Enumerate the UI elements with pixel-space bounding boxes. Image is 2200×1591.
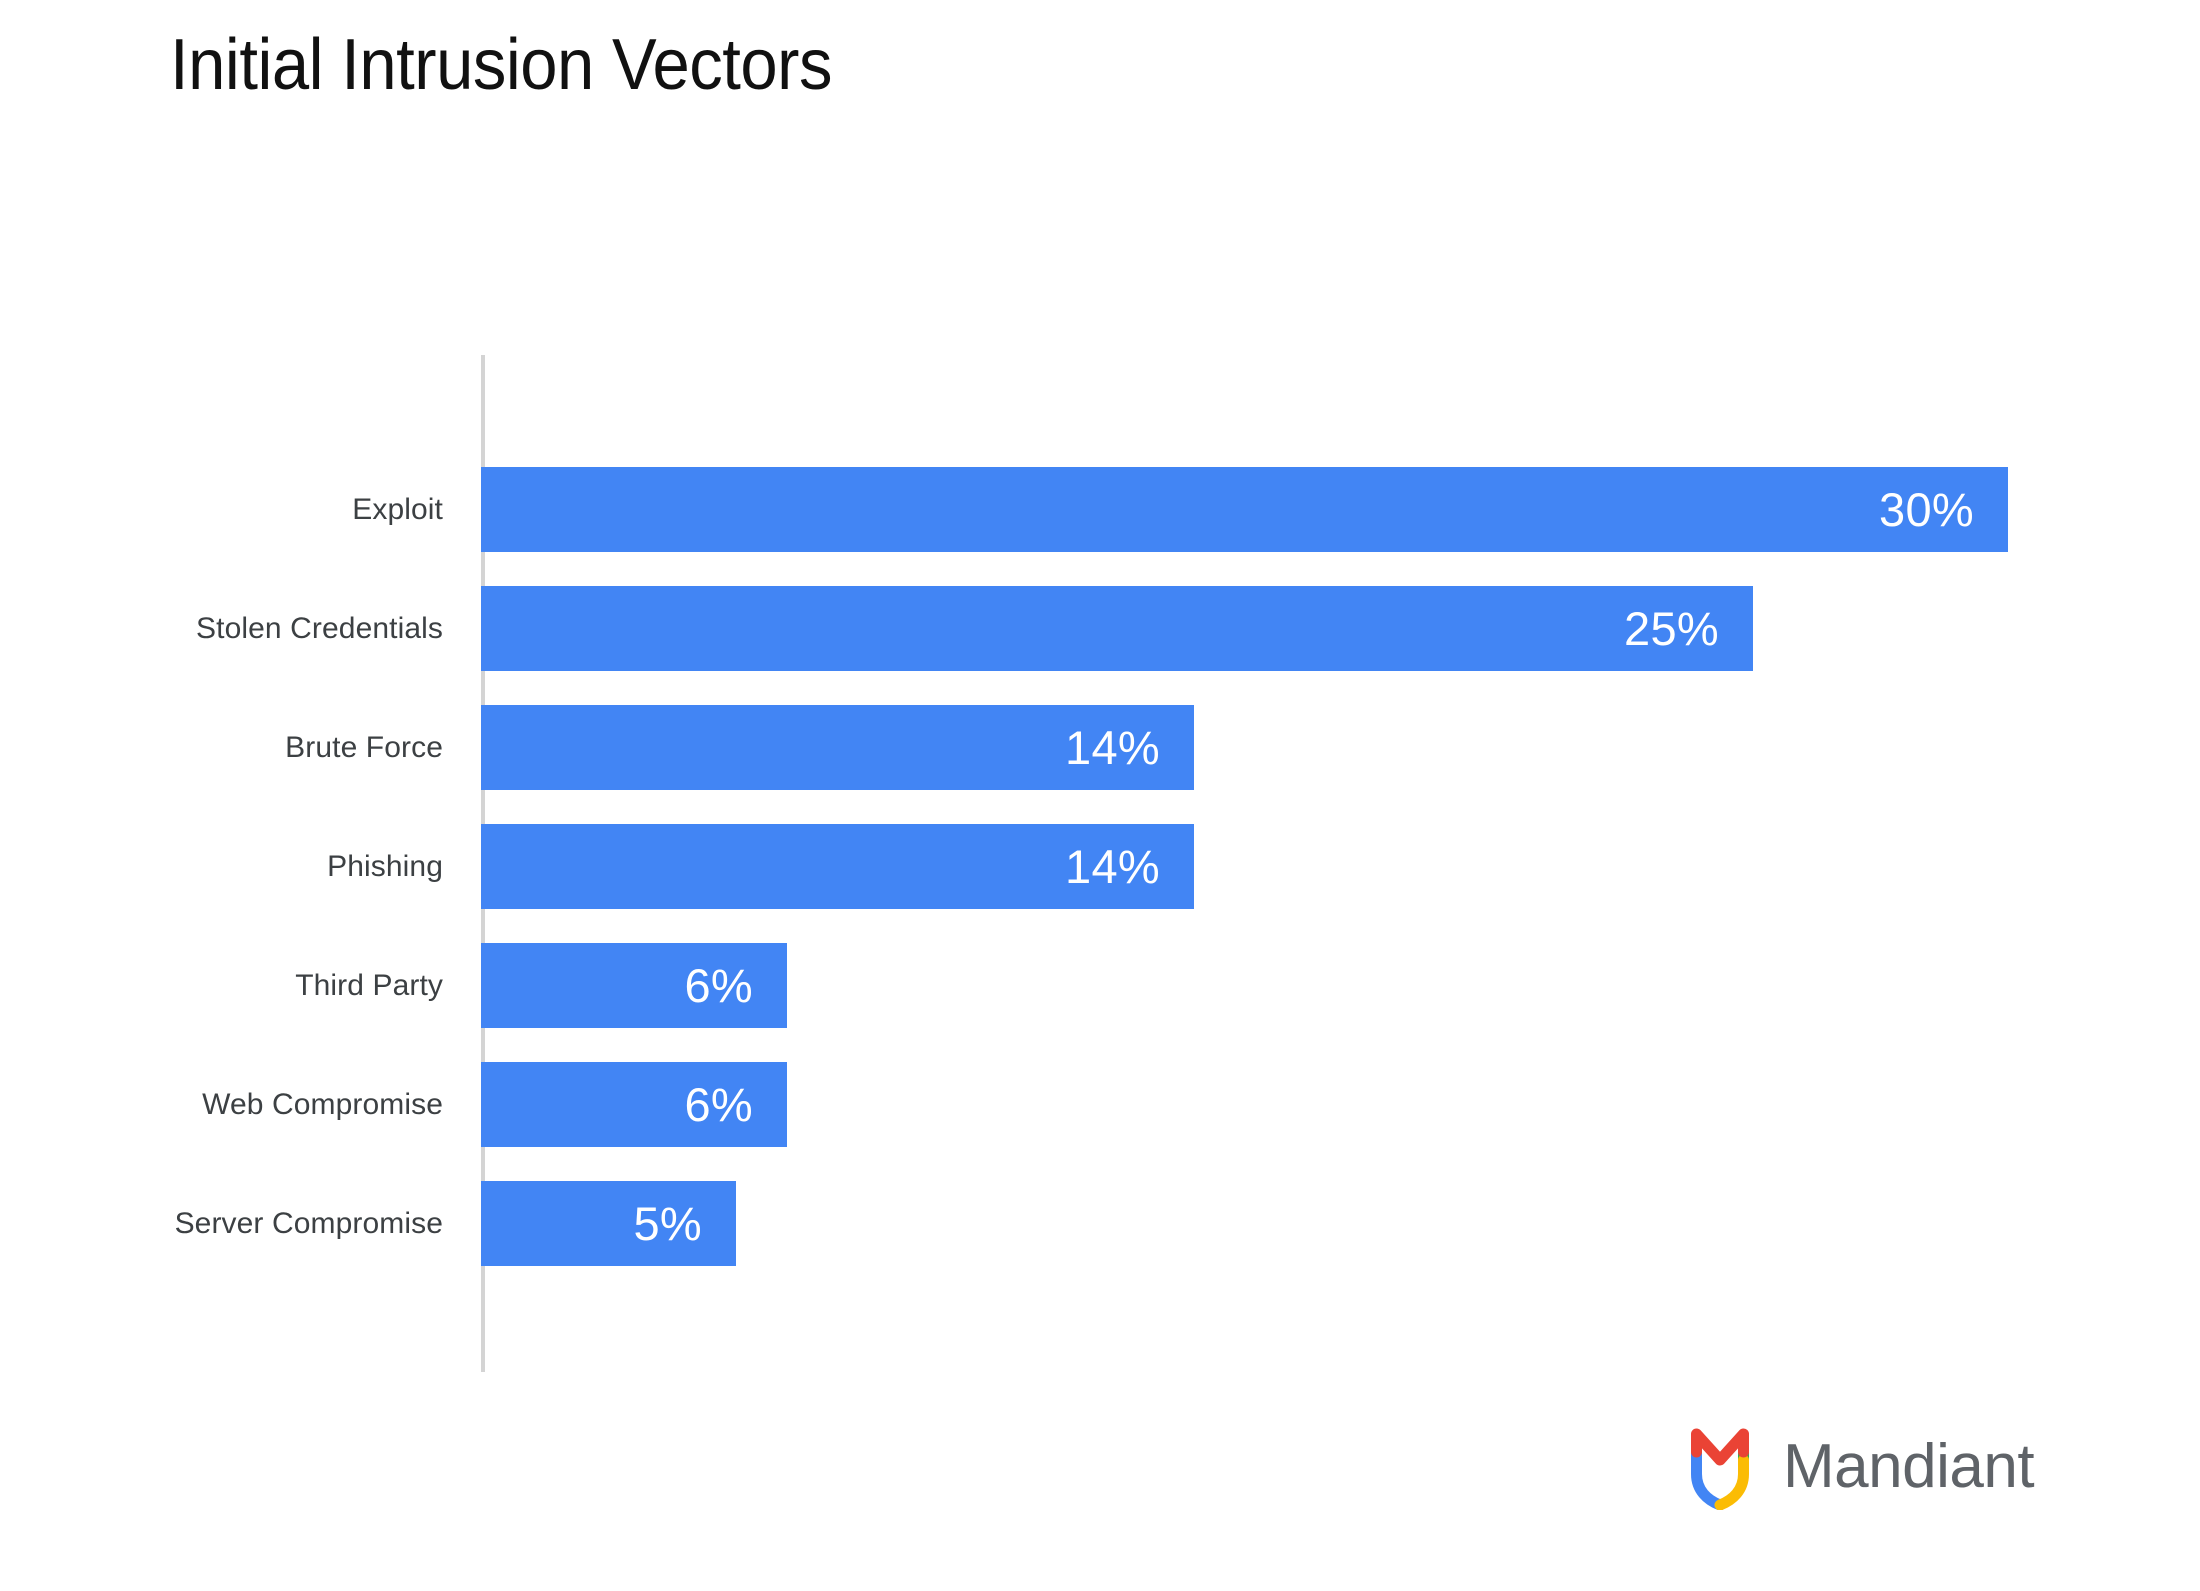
mandiant-wordmark: Mandiant (1783, 1432, 2035, 1501)
bar-value-label: 6% (684, 959, 753, 1012)
chart-slide: Initial Intrusion Vectors Exploit 30% St… (0, 0, 2200, 1591)
category-label-stolen-credentials: Stolen Credentials (196, 611, 443, 645)
bar-row: Exploit 30% (0, 467, 2200, 552)
bar-value-label: 6% (684, 1078, 753, 1131)
bar-row: Stolen Credentials 25% (0, 586, 2200, 671)
bar-list: Exploit 30% Stolen Credentials 25% Brute… (0, 467, 2200, 1300)
mandiant-shield-icon (1691, 1428, 1749, 1510)
bar-brute-force[interactable]: 14% (481, 705, 1194, 790)
bar-row: Phishing 14% (0, 824, 2200, 909)
bar-value-label: 14% (1065, 721, 1160, 774)
category-label-web-compromise: Web Compromise (202, 1087, 443, 1121)
bar-row: Server Compromise 5% (0, 1181, 2200, 1266)
category-label-phishing: Phishing (327, 849, 443, 883)
chart-plot-area: Exploit 30% Stolen Credentials 25% Brute… (0, 0, 2200, 1591)
category-label-brute-force: Brute Force (285, 730, 443, 764)
bar-value-label: 30% (1879, 483, 1974, 536)
bar-phishing[interactable]: 14% (481, 824, 1194, 909)
category-label-third-party: Third Party (295, 968, 443, 1002)
bar-row: Web Compromise 6% (0, 1062, 2200, 1147)
bar-web-compromise[interactable]: 6% (481, 1062, 787, 1147)
mandiant-logo: Mandiant (1683, 1424, 2035, 1510)
bar-value-label: 5% (633, 1197, 702, 1250)
bar-value-label: 14% (1065, 840, 1160, 893)
bar-server-compromise[interactable]: 5% (481, 1181, 736, 1266)
bar-row: Third Party 6% (0, 943, 2200, 1028)
bar-exploit[interactable]: 30% (481, 467, 2008, 552)
category-label-server-compromise: Server Compromise (174, 1206, 443, 1240)
bar-value-label: 25% (1624, 602, 1719, 655)
category-label-exploit: Exploit (352, 492, 443, 526)
bar-row: Brute Force 14% (0, 705, 2200, 790)
bar-third-party[interactable]: 6% (481, 943, 787, 1028)
bar-stolen-credentials[interactable]: 25% (481, 586, 1753, 671)
